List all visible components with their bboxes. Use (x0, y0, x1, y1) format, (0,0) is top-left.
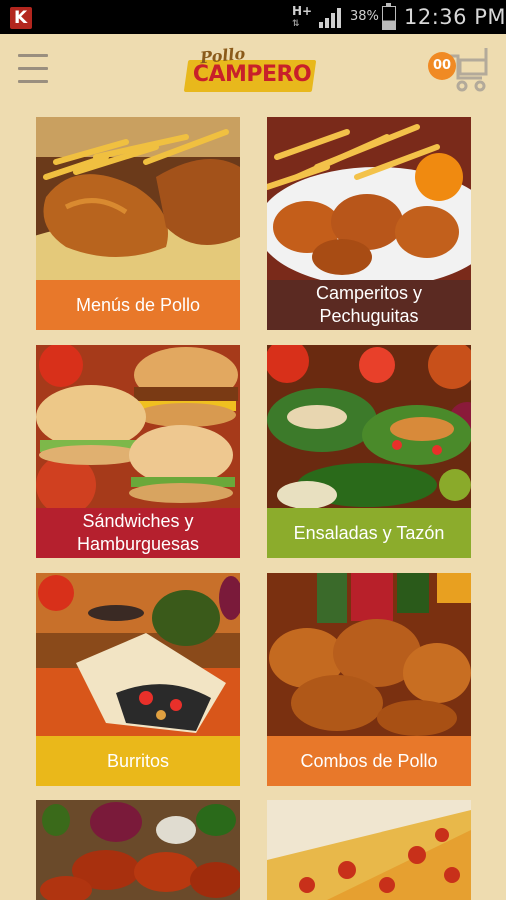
tile-label: Burritos (36, 736, 240, 786)
menu-tile-combos[interactable]: Combos de Pollo (267, 573, 471, 786)
app-notification-icon (10, 7, 32, 29)
tile-label: Menús de Pollo (36, 280, 240, 330)
menu-tile-wings[interactable] (36, 800, 240, 900)
battery-percent: 38% (350, 9, 379, 24)
clock: 12:36 PM (404, 5, 506, 29)
wings-photo (36, 800, 240, 900)
signal-icon (319, 8, 341, 28)
burgers-photo (36, 345, 240, 508)
tile-label: Ensaladas y Tazón (267, 508, 471, 558)
burrito-photo (36, 573, 240, 736)
menu-tile-pizza[interactable] (267, 800, 471, 900)
fried-chicken-photo (36, 117, 240, 280)
menu-tile-sandwiches[interactable]: Sándwiches y Hamburguesas (36, 345, 240, 558)
chicken-combo-photo (267, 573, 471, 736)
network-type: H+ ⇅ (292, 4, 313, 29)
hamburger-menu-icon[interactable] (18, 54, 48, 86)
menu-tile-ensaladas[interactable]: Ensaladas y Tazón (267, 345, 471, 558)
status-bar: H+⇅ 38% 12:36 PM (0, 0, 506, 34)
tile-label: Camperitos y Pechuguitas (267, 280, 471, 330)
cart-button[interactable]: 00 (428, 48, 490, 92)
pizza-photo (267, 800, 471, 900)
menu-tile-burritos[interactable]: Burritos (36, 573, 240, 786)
cart-count-badge: 00 (428, 52, 456, 80)
menu-tile-menus-de-pollo[interactable]: Menús de Pollo (36, 117, 240, 330)
app-header: Pollo CAMPERO 00 (0, 34, 506, 114)
battery-icon (382, 3, 396, 30)
salads-photo (267, 345, 471, 508)
tile-label: Sándwiches y Hamburguesas (36, 508, 240, 558)
menu-tile-camperitos[interactable]: Camperitos y Pechuguitas (267, 117, 471, 330)
pollo-campero-logo: Pollo CAMPERO (183, 44, 320, 100)
chicken-tenders-photo (267, 117, 471, 280)
tile-label: Combos de Pollo (267, 736, 471, 786)
